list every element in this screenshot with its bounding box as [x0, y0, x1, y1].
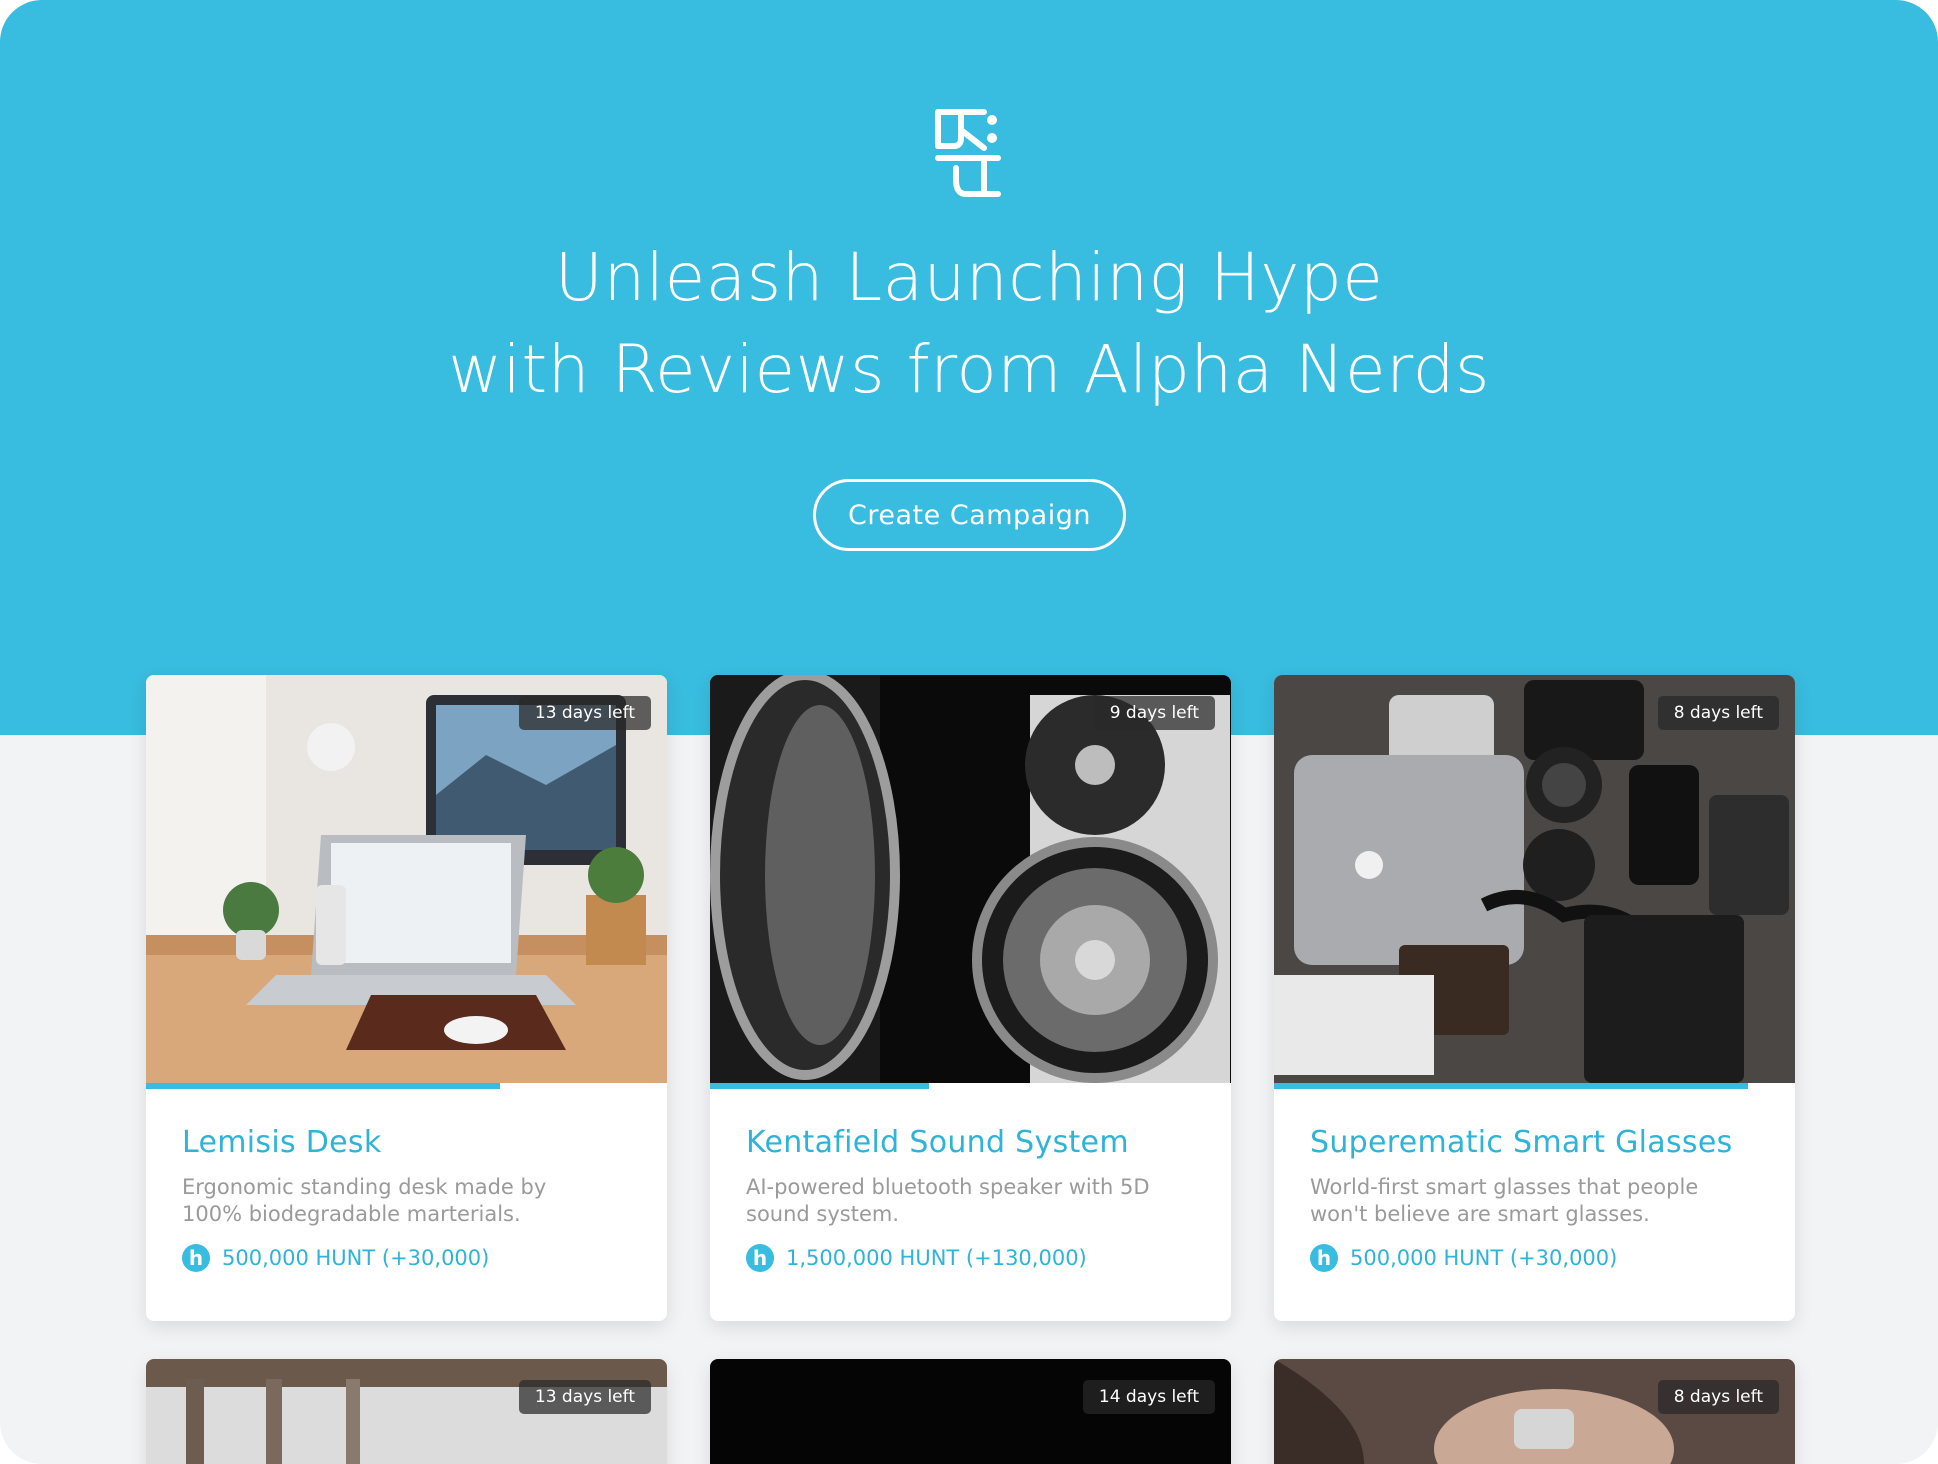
progress-fill — [1274, 1083, 1749, 1089]
reward-amount: 1,500,000 HUNT (+130,000) — [786, 1246, 1087, 1270]
page: Unleash Launching Hype with Reviews from… — [0, 0, 1938, 1464]
card-description: AI-powered bluetooth speaker with 5D sou… — [746, 1175, 1150, 1226]
reward-row: h 500,000 HUNT (+30,000) — [1310, 1244, 1759, 1272]
reward-amount: 500,000 HUNT (+30,000) — [1350, 1246, 1618, 1270]
dark-photo: 14 days left — [710, 1359, 1231, 1464]
rh-logo-icon — [935, 109, 1001, 197]
days-left-badge: 9 days left — [1093, 696, 1215, 730]
card-body: Superematic Smart Glasses World-first sm… — [1274, 1089, 1795, 1321]
campaign-card[interactable]: 8 days left — [1274, 1359, 1795, 1464]
wooden-beams-photo: 13 days left — [146, 1359, 667, 1464]
progress-bar — [1274, 1083, 1795, 1089]
card-description: Ergonomic standing desk made by 100% bio… — [182, 1175, 547, 1226]
gadgets-flatlay-photo: 8 days left — [1274, 675, 1795, 1083]
days-left-badge: 13 days left — [518, 696, 651, 730]
create-campaign-button[interactable]: Create Campaign — [813, 479, 1126, 551]
days-left-badge: 14 days left — [1082, 1380, 1215, 1414]
campaign-card[interactable]: 14 days left — [710, 1359, 1231, 1464]
hands-phone-photo: 8 days left — [1274, 1359, 1795, 1464]
campaign-card[interactable]: 13 days left — [146, 1359, 667, 1464]
hero-section: Unleash Launching Hype with Reviews from… — [0, 0, 1938, 735]
campaign-card[interactable]: 8 days left Superematic Smart Glasses Wo… — [1274, 675, 1795, 1321]
speaker-photo: 9 days left — [710, 675, 1231, 1083]
hunt-coin-icon: h — [182, 1244, 210, 1272]
campaign-card[interactable]: 13 days left Lemisis Desk Ergonomic stan… — [146, 675, 667, 1321]
days-left-badge: 8 days left — [1657, 1380, 1779, 1414]
reward-row: h 500,000 HUNT (+30,000) — [182, 1244, 631, 1272]
card-title[interactable]: Superematic Smart Glasses — [1310, 1125, 1759, 1160]
hunt-coin-icon: h — [1310, 1244, 1338, 1272]
hero-headline: Unleash Launching Hype with Reviews from… — [0, 232, 1938, 416]
progress-fill — [146, 1083, 501, 1089]
desk-workspace-photo: 13 days left — [146, 675, 667, 1083]
days-left-badge: 13 days left — [518, 1380, 651, 1414]
headline-line-1: Unleash Launching Hype — [554, 239, 1384, 316]
progress-bar — [710, 1083, 1231, 1089]
card-description: World-first smart glasses that people wo… — [1310, 1175, 1699, 1226]
card-title[interactable]: Lemisis Desk — [182, 1125, 631, 1160]
reward-row: h 1,500,000 HUNT (+130,000) — [746, 1244, 1195, 1272]
campaign-card[interactable]: 9 days left Kentafield Sound System AI-p… — [710, 675, 1231, 1321]
days-left-badge: 8 days left — [1657, 696, 1779, 730]
hunt-coin-icon: h — [746, 1244, 774, 1272]
reward-amount: 500,000 HUNT (+30,000) — [222, 1246, 490, 1270]
card-body: Kentafield Sound System AI-powered bluet… — [710, 1089, 1231, 1321]
card-body: Lemisis Desk Ergonomic standing desk mad… — [146, 1089, 667, 1321]
card-title[interactable]: Kentafield Sound System — [746, 1125, 1195, 1160]
headline-line-2: with Reviews from Alpha Nerds — [448, 331, 1490, 408]
progress-fill — [710, 1083, 929, 1089]
progress-bar — [146, 1083, 667, 1089]
